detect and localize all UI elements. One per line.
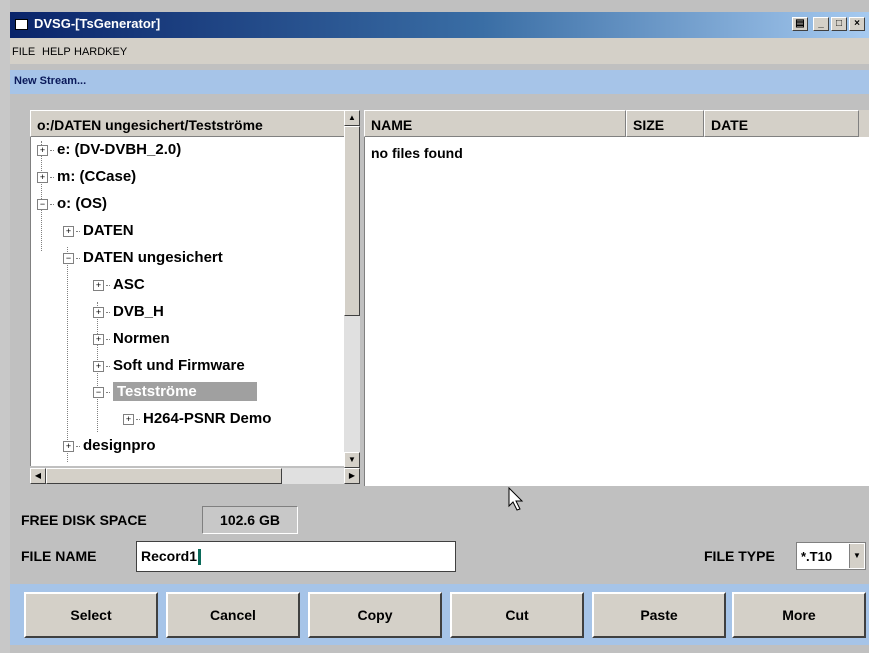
- collapse-icon[interactable]: −: [93, 386, 104, 398]
- title-bar[interactable]: DVSG-[TsGenerator] ▤ _ □ ×: [10, 12, 869, 38]
- expand-icon[interactable]: +: [37, 171, 48, 183]
- tree-item-drive-m[interactable]: + m: (CCase): [37, 168, 136, 190]
- vertical-scroll-thumb[interactable]: [344, 126, 360, 316]
- tree-item-drive-e[interactable]: + e: (DV-DVBH_2.0): [37, 141, 181, 163]
- tree-horizontal-scrollbar[interactable]: ◀ ▶: [30, 468, 360, 484]
- free-disk-space-label: FREE DISK SPACE: [21, 512, 147, 528]
- tree-item-soft-und-firmware[interactable]: + Soft und Firmware: [93, 357, 245, 379]
- menu-file[interactable]: FILE: [12, 46, 35, 58]
- expand-icon[interactable]: +: [63, 440, 74, 452]
- menu-hardkey[interactable]: HARDKEY: [74, 46, 127, 58]
- window-left-edge: [0, 0, 10, 653]
- horizontal-scroll-thumb[interactable]: [46, 468, 282, 484]
- scroll-left-arrow-icon[interactable]: ◀: [30, 468, 46, 484]
- more-button[interactable]: More: [732, 592, 866, 638]
- file-name-value: Record1: [141, 548, 198, 564]
- file-type-value: *.T10: [801, 549, 833, 564]
- tree-item-dvb-h[interactable]: + DVB_H: [93, 303, 164, 325]
- file-list-header: NAME SIZE DATE: [364, 110, 869, 137]
- window-title: DVSG-[TsGenerator]: [34, 16, 161, 31]
- mouse-pointer-icon: [508, 487, 524, 511]
- app-icon: [15, 19, 28, 30]
- section-header: New Stream...: [10, 70, 869, 94]
- expand-icon[interactable]: +: [123, 413, 134, 425]
- directory-tree[interactable]: + e: (DV-DVBH_2.0) + m: (CCase) − o: (OS) +…: [30, 137, 354, 466]
- app-window: DVSG-[TsGenerator] ▤ _ □ × FILE HELP HAR…: [0, 0, 869, 653]
- tree-item-normen[interactable]: + Normen: [93, 330, 170, 352]
- paste-button[interactable]: Paste: [592, 592, 726, 638]
- minimize-button[interactable]: _: [813, 17, 829, 31]
- collapse-icon[interactable]: −: [63, 252, 74, 264]
- action-button-bar: Select Cancel Copy Cut Paste More: [10, 584, 869, 645]
- dropdown-arrow-icon[interactable]: ▼: [849, 544, 864, 568]
- expand-icon[interactable]: +: [63, 225, 74, 237]
- tree-item-h264-psnr-demo[interactable]: + H264-PSNR Demo: [123, 410, 271, 432]
- expand-icon[interactable]: +: [93, 279, 104, 291]
- copy-button[interactable]: Copy: [308, 592, 442, 638]
- tree-item-designpro[interactable]: + designpro: [63, 437, 156, 459]
- section-title: New Stream...: [14, 75, 87, 87]
- free-disk-space-value: 102.6 GB: [202, 506, 298, 534]
- column-header-name[interactable]: NAME: [364, 110, 626, 137]
- scroll-down-arrow-icon[interactable]: ▼: [344, 452, 360, 468]
- tree-item-daten[interactable]: + DATEN: [63, 222, 134, 244]
- menu-bar: FILE HELP HARDKEY: [10, 38, 869, 64]
- tree-item-daten-ungesichert[interactable]: − DATEN ungesichert: [63, 249, 223, 271]
- select-button[interactable]: Select: [24, 592, 158, 638]
- expand-icon[interactable]: +: [93, 306, 104, 318]
- file-list[interactable]: no files found: [364, 137, 869, 486]
- expand-icon[interactable]: +: [93, 360, 104, 372]
- tree-item-teststroeme[interactable]: − Testströme: [93, 382, 257, 405]
- tree-item-asc[interactable]: + ASC: [93, 276, 145, 298]
- expand-icon[interactable]: +: [37, 144, 48, 156]
- file-type-select[interactable]: *.T10 ▼: [796, 542, 866, 570]
- restore-icon[interactable]: ▤: [792, 17, 808, 31]
- tree-guide-line: [67, 247, 68, 462]
- file-name-input[interactable]: Record1: [136, 541, 456, 572]
- tree-item-drive-o[interactable]: − o: (OS): [37, 195, 107, 217]
- tree-path-header: o:/DATEN ungesichert/Testströme: [30, 110, 354, 137]
- cancel-button[interactable]: Cancel: [166, 592, 300, 638]
- tree-vertical-scrollbar[interactable]: ▲ ▼: [344, 110, 360, 468]
- scroll-up-arrow-icon[interactable]: ▲: [344, 110, 360, 126]
- dialog-content: o:/DATEN ungesichert/Testströme + e: (DV-…: [10, 96, 869, 582]
- collapse-icon[interactable]: −: [37, 198, 48, 210]
- close-button[interactable]: ×: [849, 17, 865, 31]
- empty-message: no files found: [371, 145, 463, 161]
- scroll-right-arrow-icon[interactable]: ▶: [344, 468, 360, 484]
- file-type-label: FILE TYPE: [704, 548, 775, 564]
- expand-icon[interactable]: +: [93, 333, 104, 345]
- menu-help[interactable]: HELP: [42, 46, 71, 58]
- column-header-date[interactable]: DATE: [704, 110, 859, 137]
- file-name-label: FILE NAME: [21, 548, 97, 564]
- column-header-size[interactable]: SIZE: [626, 110, 704, 137]
- cut-button[interactable]: Cut: [450, 592, 584, 638]
- maximize-button[interactable]: □: [831, 17, 847, 31]
- text-caret: [198, 549, 202, 566]
